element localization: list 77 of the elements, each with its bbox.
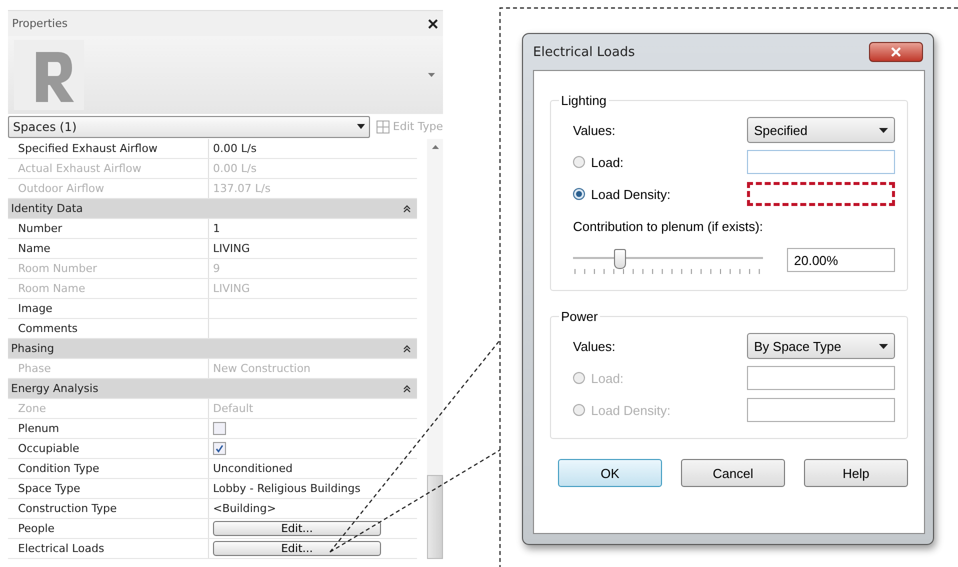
edit-button[interactable]: Edit... — [213, 541, 381, 556]
radio-label: Load Density: — [591, 402, 670, 418]
property-label: Zone — [8, 399, 209, 418]
property-value: New Construction — [212, 361, 312, 377]
property-value[interactable]: 1 — [209, 219, 417, 238]
property-label: Electrical Loads — [8, 539, 209, 558]
checkbox[interactable] — [213, 422, 226, 435]
group-header[interactable]: Energy Analysis — [8, 379, 417, 399]
values-dropdown[interactable]: Specified — [747, 117, 895, 143]
caret-icon — [879, 128, 888, 132]
radio-label: Load Density: — [591, 186, 670, 202]
group-header[interactable]: Identity Data — [8, 199, 417, 219]
group-title: Phasing — [11, 342, 54, 355]
property-label: Occupiable — [8, 439, 209, 458]
close-icon — [891, 47, 901, 57]
property-label: Phase — [8, 359, 209, 378]
radio-button[interactable] — [573, 156, 585, 168]
grid-icon — [376, 120, 390, 134]
edit-button[interactable]: Edit... — [213, 521, 381, 536]
input-field[interactable] — [747, 150, 895, 174]
dialog-button[interactable]: Cancel — [681, 459, 785, 487]
property-label: Outdoor Airflow — [8, 179, 209, 198]
caret-icon — [356, 124, 365, 129]
collapse-icon[interactable] — [403, 344, 411, 352]
property-value: LIVING — [212, 281, 251, 297]
property-value[interactable]: LIVING — [209, 239, 417, 258]
property-value: Default — [212, 401, 254, 417]
property-value[interactable]: Lobby - Religious Buildings — [209, 479, 417, 498]
panel-title: Properties — [12, 17, 68, 30]
group-title: Energy Analysis — [11, 382, 98, 395]
slider-label: Contribution to plenum (if exists): — [573, 218, 764, 234]
property-label: Plenum — [8, 419, 209, 438]
property-label: Construction Type — [8, 499, 209, 518]
caret-icon[interactable] — [428, 73, 435, 77]
input-field[interactable] — [747, 182, 895, 206]
close-button[interactable] — [869, 42, 923, 62]
reading-field[interactable]: 20.00% — [787, 248, 895, 272]
caret-icon — [879, 344, 888, 348]
property-label: Space Type — [8, 479, 209, 498]
property-label: Image — [8, 299, 209, 318]
property-label: Number — [8, 219, 209, 238]
close-icon[interactable] — [427, 18, 439, 30]
property-label: Room Name — [8, 279, 209, 298]
property-value: 137.07 L/s — [212, 181, 272, 197]
collapse-icon[interactable] — [403, 384, 411, 392]
property-label: Comments — [8, 319, 209, 338]
group-header[interactable]: Phasing — [8, 339, 417, 359]
property-label: Specified Exhaust Airflow — [8, 139, 209, 158]
dialog-title: Electrical Loads — [533, 44, 635, 60]
type-selector[interactable]: Spaces (1) — [8, 116, 370, 138]
property-label: People — [8, 519, 209, 538]
values-dropdown[interactable]: By Space Type — [747, 333, 895, 359]
field-label: Values: — [573, 338, 616, 354]
slider-thumb[interactable] — [614, 249, 626, 269]
radio-button[interactable] — [573, 188, 585, 200]
property-label: Name — [8, 239, 209, 258]
property-value[interactable]: Unconditioned — [209, 459, 417, 478]
radio-label: Load: — [591, 154, 624, 170]
group-title: Lighting — [560, 93, 608, 108]
scrollbar-thumb[interactable] — [427, 475, 443, 559]
checkbox[interactable] — [213, 442, 226, 455]
scroll-up-icon[interactable] — [432, 145, 438, 149]
property-value[interactable]: <Building> — [209, 499, 417, 518]
radio-label: Load: — [591, 370, 624, 386]
property-label: Room Number — [8, 259, 209, 278]
scrollbar[interactable] — [427, 139, 443, 559]
property-value[interactable]: 0.00 L/s — [209, 139, 417, 158]
group-title: Power — [560, 309, 599, 324]
field-label: Values: — [573, 122, 616, 138]
property-label: Condition Type — [8, 459, 209, 478]
property-label: Actual Exhaust Airflow — [8, 159, 209, 178]
collapse-icon[interactable] — [403, 204, 411, 212]
property-value: 9 — [212, 261, 221, 277]
property-value: 0.00 L/s — [212, 161, 258, 177]
group-title: Identity Data — [11, 202, 83, 215]
dialog-button[interactable]: Help — [804, 459, 908, 487]
dialog-button[interactable]: OK — [558, 459, 662, 487]
